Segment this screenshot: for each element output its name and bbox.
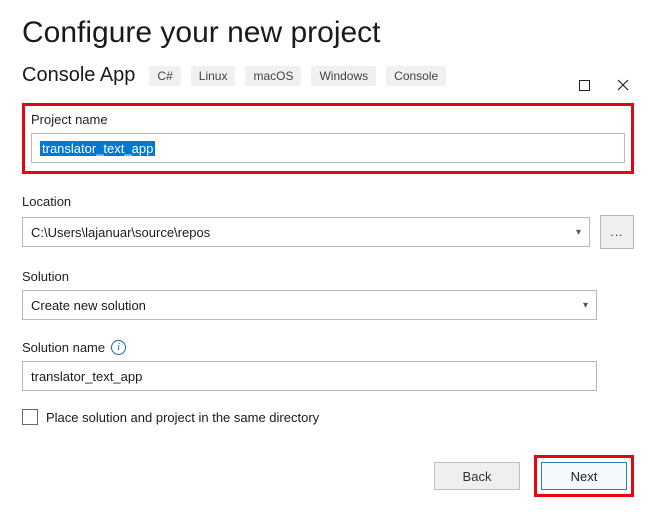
location-label: Location bbox=[22, 194, 634, 209]
page-title: Configure your new project bbox=[22, 16, 634, 50]
browse-button[interactable]: ... bbox=[600, 215, 634, 249]
tag-console: Console bbox=[386, 66, 446, 86]
project-name-input[interactable]: translator_text_app bbox=[31, 133, 625, 163]
solution-dropdown[interactable]: Create new solution ▾ bbox=[22, 290, 597, 320]
chevron-down-icon: ▾ bbox=[576, 227, 581, 238]
solution-value: Create new solution bbox=[31, 298, 146, 313]
template-name: Console App bbox=[22, 64, 135, 87]
project-name-label: Project name bbox=[31, 112, 625, 127]
project-name-value: translator_text_app bbox=[40, 141, 155, 156]
close-icon[interactable] bbox=[616, 78, 630, 92]
tag-csharp: C# bbox=[149, 66, 180, 86]
solution-name-value: translator_text_app bbox=[31, 369, 142, 384]
back-button[interactable]: Back bbox=[434, 462, 520, 490]
same-directory-label: Place solution and project in the same d… bbox=[46, 410, 319, 425]
chevron-down-icon: ▾ bbox=[583, 300, 588, 311]
tag-macos: macOS bbox=[245, 66, 301, 86]
solution-label: Solution bbox=[22, 269, 634, 284]
location-input[interactable]: C:\Users\lajanuar\source\repos ▾ bbox=[22, 217, 590, 247]
maximize-icon[interactable] bbox=[579, 80, 590, 91]
next-button-highlight: Next bbox=[534, 455, 634, 497]
tag-linux: Linux bbox=[191, 66, 236, 86]
solution-name-input[interactable]: translator_text_app bbox=[22, 361, 597, 391]
solution-name-label: Solution name bbox=[22, 340, 105, 355]
next-button[interactable]: Next bbox=[541, 462, 627, 490]
template-header: Console App C# Linux macOS Windows Conso… bbox=[22, 64, 634, 87]
same-directory-checkbox[interactable] bbox=[22, 409, 38, 425]
tag-windows: Windows bbox=[311, 66, 376, 86]
project-name-highlight: Project name translator_text_app bbox=[22, 103, 634, 174]
location-value: C:\Users\lajanuar\source\repos bbox=[31, 225, 210, 240]
info-icon[interactable]: i bbox=[111, 340, 126, 355]
